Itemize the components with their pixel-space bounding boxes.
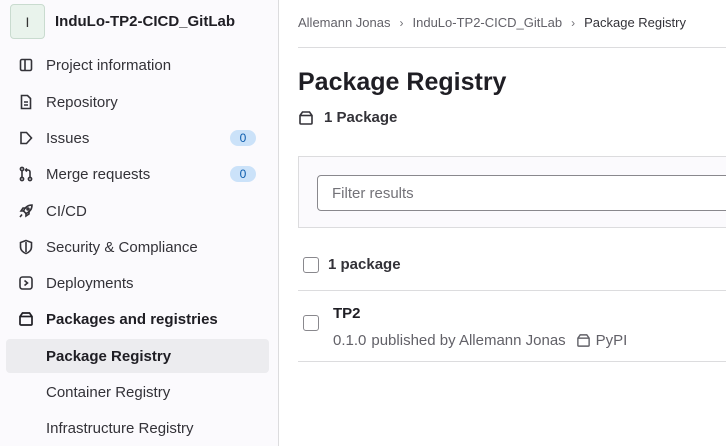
select-all-checkbox[interactable]	[303, 257, 319, 273]
doc-icon	[20, 94, 32, 110]
sidebar-item-deployments[interactable]: Deployments	[6, 266, 269, 300]
issues-icon	[20, 131, 33, 145]
breadcrumb-project[interactable]: InduLo-TP2-CICD_GitLab	[413, 15, 563, 30]
package-count-label: 1 Package	[324, 109, 398, 126]
project-icon	[19, 58, 33, 72]
count-badge: 0	[230, 130, 256, 146]
project-header[interactable]: I InduLo-TP2-CICD_GitLab	[0, 0, 278, 44]
project-avatar[interactable]: I	[10, 4, 45, 39]
divider	[298, 47, 726, 48]
sidebar-item-label: Project information	[46, 56, 172, 74]
sidebar-item-container-registry[interactable]: Container Registry	[6, 375, 269, 409]
sidebar-item-project-information[interactable]: Project information	[6, 48, 269, 82]
package-icon	[19, 312, 33, 326]
package-icon	[576, 334, 590, 347]
sidebar-item-label: Package Registry	[46, 347, 172, 365]
sidebar-item-label: Container Registry	[46, 383, 171, 401]
project-name[interactable]: InduLo-TP2-CICD_GitLab	[55, 13, 235, 30]
package-icon	[299, 110, 313, 125]
sidebar: I InduLo-TP2-CICD_GitLab Project informa…	[0, 0, 279, 446]
deployments-icon	[19, 276, 33, 290]
package-type: PyPI	[576, 332, 628, 349]
sidebar-item-label: Repository	[46, 93, 118, 111]
chevron-right-icon: ›	[571, 15, 576, 30]
breadcrumb-current[interactable]: Package Registry	[584, 15, 686, 30]
package-version: 0.1.0	[333, 332, 367, 349]
package-checkbox[interactable]	[303, 315, 319, 331]
filter-bar	[298, 156, 726, 228]
sidebar-item-packages-registries[interactable]: Packages and registries	[6, 302, 269, 336]
shield-icon	[19, 239, 33, 255]
list-count: 1 package	[328, 256, 401, 273]
sidebar-item-label: Infrastructure Registry	[46, 419, 194, 437]
list-header: 1 package	[298, 249, 726, 291]
sidebar-item-issues[interactable]: Issues 0	[6, 121, 269, 155]
sidebar-item-label: Issues	[46, 129, 90, 147]
package-count: 1 Package	[298, 109, 397, 126]
main-content: Allemann Jonas › InduLo-TP2-CICD_GitLab …	[280, 0, 726, 446]
sidebar-item-label: CI/CD	[46, 202, 87, 220]
package-published-by: published by Allemann Jonas	[371, 332, 566, 349]
breadcrumb-user[interactable]: Allemann Jonas	[298, 15, 391, 30]
sidebar-item-label: Merge requests	[46, 165, 151, 183]
count-badge: 0	[230, 166, 256, 182]
sidebar-item-infrastructure-registry[interactable]: Infrastructure Registry	[6, 411, 269, 445]
sidebar-item-repository[interactable]: Repository	[6, 85, 269, 119]
sidebar-item-label: Packages and registries	[46, 310, 218, 328]
sidebar-item-security-compliance[interactable]: Security & Compliance	[6, 230, 269, 264]
package-type-label: PyPI	[595, 332, 628, 349]
chevron-right-icon: ›	[399, 15, 404, 30]
filter-input[interactable]	[317, 175, 726, 211]
sidebar-item-package-registry[interactable]: Package Registry	[6, 339, 269, 373]
page-title: Package Registry	[298, 68, 507, 96]
package-name[interactable]: TP2	[333, 305, 361, 322]
sidebar-item-label: Deployments	[46, 274, 134, 292]
rocket-icon	[19, 204, 33, 218]
package-row: TP2 0.1.0 published by Allemann Jonas Py…	[298, 292, 726, 362]
sidebar-item-label: Security & Compliance	[46, 238, 198, 256]
sidebar-item-merge-requests[interactable]: Merge requests 0	[6, 157, 269, 191]
package-meta: 0.1.0 published by Allemann Jonas PyPI	[333, 332, 627, 349]
breadcrumb: Allemann Jonas › InduLo-TP2-CICD_GitLab …	[298, 15, 686, 30]
sidebar-item-ci-cd[interactable]: CI/CD	[6, 194, 269, 228]
git-merge-icon	[19, 166, 33, 182]
